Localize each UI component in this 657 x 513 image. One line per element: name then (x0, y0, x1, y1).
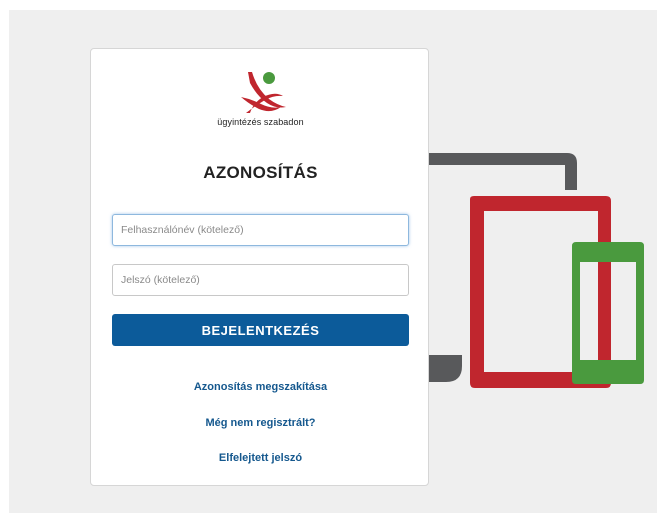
login-button[interactable]: BEJELENTKEZÉS (112, 314, 409, 346)
brand-mark-icon (240, 72, 286, 113)
login-card: ügyintézés szabadon AZONOSÍTÁS BEJELENTK… (90, 48, 429, 486)
brand-logo: ügyintézés szabadon (91, 69, 430, 133)
register-link[interactable]: Még nem regisztrált? (91, 417, 430, 429)
password-input[interactable] (112, 264, 409, 296)
brand-tagline: ügyintézés szabadon (217, 117, 304, 127)
login-title: AZONOSÍTÁS (203, 163, 318, 182)
cancel-auth-link[interactable]: Azonosítás megszakítása (91, 381, 430, 393)
username-input[interactable] (112, 214, 409, 246)
tablet-icon (470, 196, 611, 388)
forgot-password-link[interactable]: Elfelejtett jelszó (91, 452, 430, 464)
